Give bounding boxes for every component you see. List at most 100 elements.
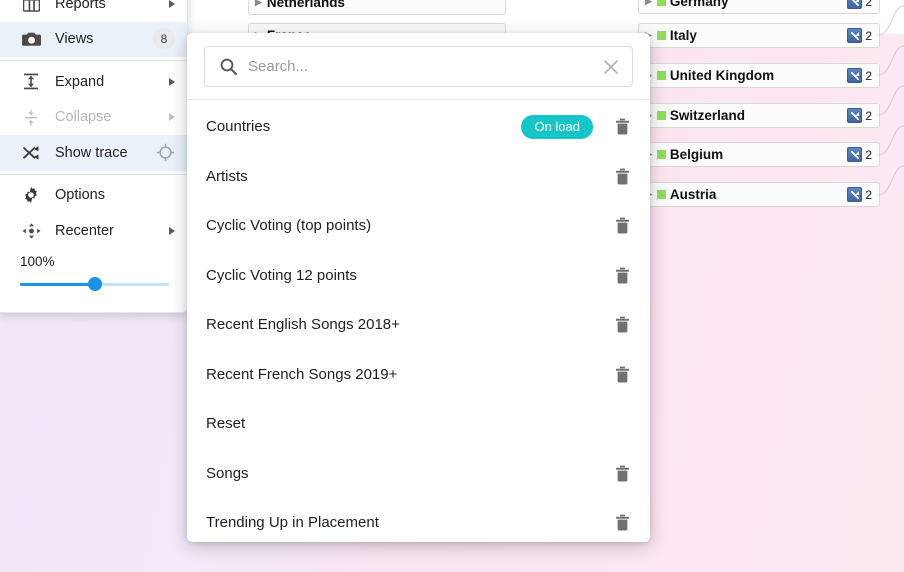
graph-node-row[interactable]: ▶ Germany 2 [638,0,880,14]
graph-node-meta: 2 [847,108,879,123]
graph-node-count: 2 [865,108,872,123]
menu-item-label: Recenter [55,222,114,239]
view-list-item[interactable]: Trending Up in Placement [187,498,650,542]
view-list-item[interactable]: Reset [187,399,650,449]
graph-node-meta: 2 [847,0,879,9]
graph-node-row[interactable]: ▶ Italy 2 [638,23,880,48]
graph-node-meta: 2 [847,187,879,202]
graph-node-meta: 2 [847,28,879,43]
view-name: Artists [206,167,248,185]
delete-view-button[interactable] [611,118,633,135]
expand-icon [20,73,42,90]
menu-item-views[interactable]: Views 8 [0,21,187,57]
graph-node-count: 2 [865,0,872,9]
graph-node-label: Switzerland [669,108,745,123]
view-name: Cyclic Voting 12 points [206,266,357,284]
context-menu: Reports Views 8 Expand Collapse Show tra… [0,0,188,313]
graph-node-row[interactable]: ▶ Netherlands [248,0,506,15]
menu-item-recenter[interactable]: Recenter [0,213,187,249]
node-status-dot [656,111,666,120]
node-status-dot [656,190,666,199]
menu-item-label: Collapse [55,109,112,126]
camera-icon [20,31,42,47]
search-input[interactable] [248,58,603,75]
expand-caret-icon[interactable]: ▶ [645,0,652,7]
chevron-right-icon [169,77,175,86]
graph-node-meta: 2 [847,68,879,83]
close-icon[interactable] [603,59,619,75]
expand-caret-icon[interactable]: ▶ [255,0,262,8]
view-list-item[interactable]: Cyclic Voting 12 points [187,251,650,301]
view-name: Trending Up in Placement [206,514,379,532]
graph-node-label: Italy [669,28,697,43]
graph-node-label: Austria [669,187,717,202]
graph-node-row[interactable]: ▶ United Kingdom 2 [638,63,880,88]
graph-node-row[interactable]: ▶ Austria 2 [638,182,880,207]
graph-connectors [878,5,904,196]
chevron-right-icon [169,0,175,8]
graph-node-label: United Kingdom [669,68,775,83]
graph-node-meta: 2 [847,147,879,162]
view-name: Recent English Songs 2018+ [206,316,400,334]
graph-node-row[interactable]: ▶ Belgium 2 [638,142,880,167]
open-external-icon[interactable] [847,108,863,123]
menu-item-collapse: Collapse [0,100,187,136]
open-external-icon[interactable] [847,0,863,9]
menu-item-show-trace[interactable]: Show trace [0,135,187,171]
delete-view-button[interactable] [611,465,633,482]
graph-node-label: Netherlands [266,0,345,10]
zoom-slider-thumb[interactable] [87,276,102,291]
zoom-slider[interactable] [20,276,169,291]
graph-node-label: Belgium [669,147,724,162]
node-status-dot [656,0,666,6]
view-list-item[interactable]: Songs [187,449,650,499]
view-list-item[interactable]: Recent English Songs 2018+ [187,300,650,350]
delete-view-button[interactable] [611,316,633,333]
node-status-dot [656,31,666,40]
graph-node-count: 2 [865,28,872,43]
view-list-item[interactable]: Recent French Songs 2019+ [187,350,650,400]
menu-item-label: Options [55,187,105,204]
open-external-icon[interactable] [847,28,863,43]
open-external-icon[interactable] [847,187,863,202]
view-name: Reset [206,415,246,433]
delete-view-button[interactable] [611,267,633,284]
open-external-icon[interactable] [847,147,863,162]
menu-item-label: Views [55,31,94,48]
gear-icon [20,186,42,204]
search-section [187,33,650,100]
search-box[interactable] [204,46,633,87]
target-crosshair-icon[interactable] [156,143,175,162]
table-icon [20,0,42,12]
view-list-item[interactable]: Cyclic Voting (top points) [187,201,650,251]
view-list-item[interactable]: Artists [187,152,650,202]
delete-view-button[interactable] [611,217,633,234]
chevron-right-icon [169,226,175,235]
collapse-icon [20,109,42,126]
view-list-item[interactable]: Countries On load [187,102,650,152]
graph-node-label: Germany [669,0,729,9]
zoom-slider-fill [20,282,95,286]
zoom-control: 100% [0,249,187,291]
menu-item-options[interactable]: Options [0,178,187,214]
menu-item-label: Reports [55,0,106,12]
graph-node-row[interactable]: ▶ Switzerland 2 [638,103,880,128]
views-dropdown-panel: Countries On load Artists Cycl [187,33,650,542]
view-name: Countries [206,118,271,136]
zoom-level-label: 100% [20,253,55,269]
delete-view-button[interactable] [611,366,633,383]
views-count-badge: 8 [153,28,175,51]
chevron-right-icon [169,113,175,122]
view-name: Cyclic Voting (top points) [206,217,372,235]
open-external-icon[interactable] [847,68,863,83]
shuffle-icon [20,145,42,161]
menu-item-expand[interactable]: Expand [0,64,187,100]
view-name: Songs [206,464,249,482]
node-status-dot [656,150,666,159]
delete-view-button[interactable] [611,168,633,185]
delete-view-button[interactable] [611,514,633,531]
menu-item-reports[interactable]: Reports [0,0,187,22]
search-icon [220,58,237,75]
node-status-dot [656,71,666,80]
on-load-badge[interactable]: On load [521,114,593,139]
